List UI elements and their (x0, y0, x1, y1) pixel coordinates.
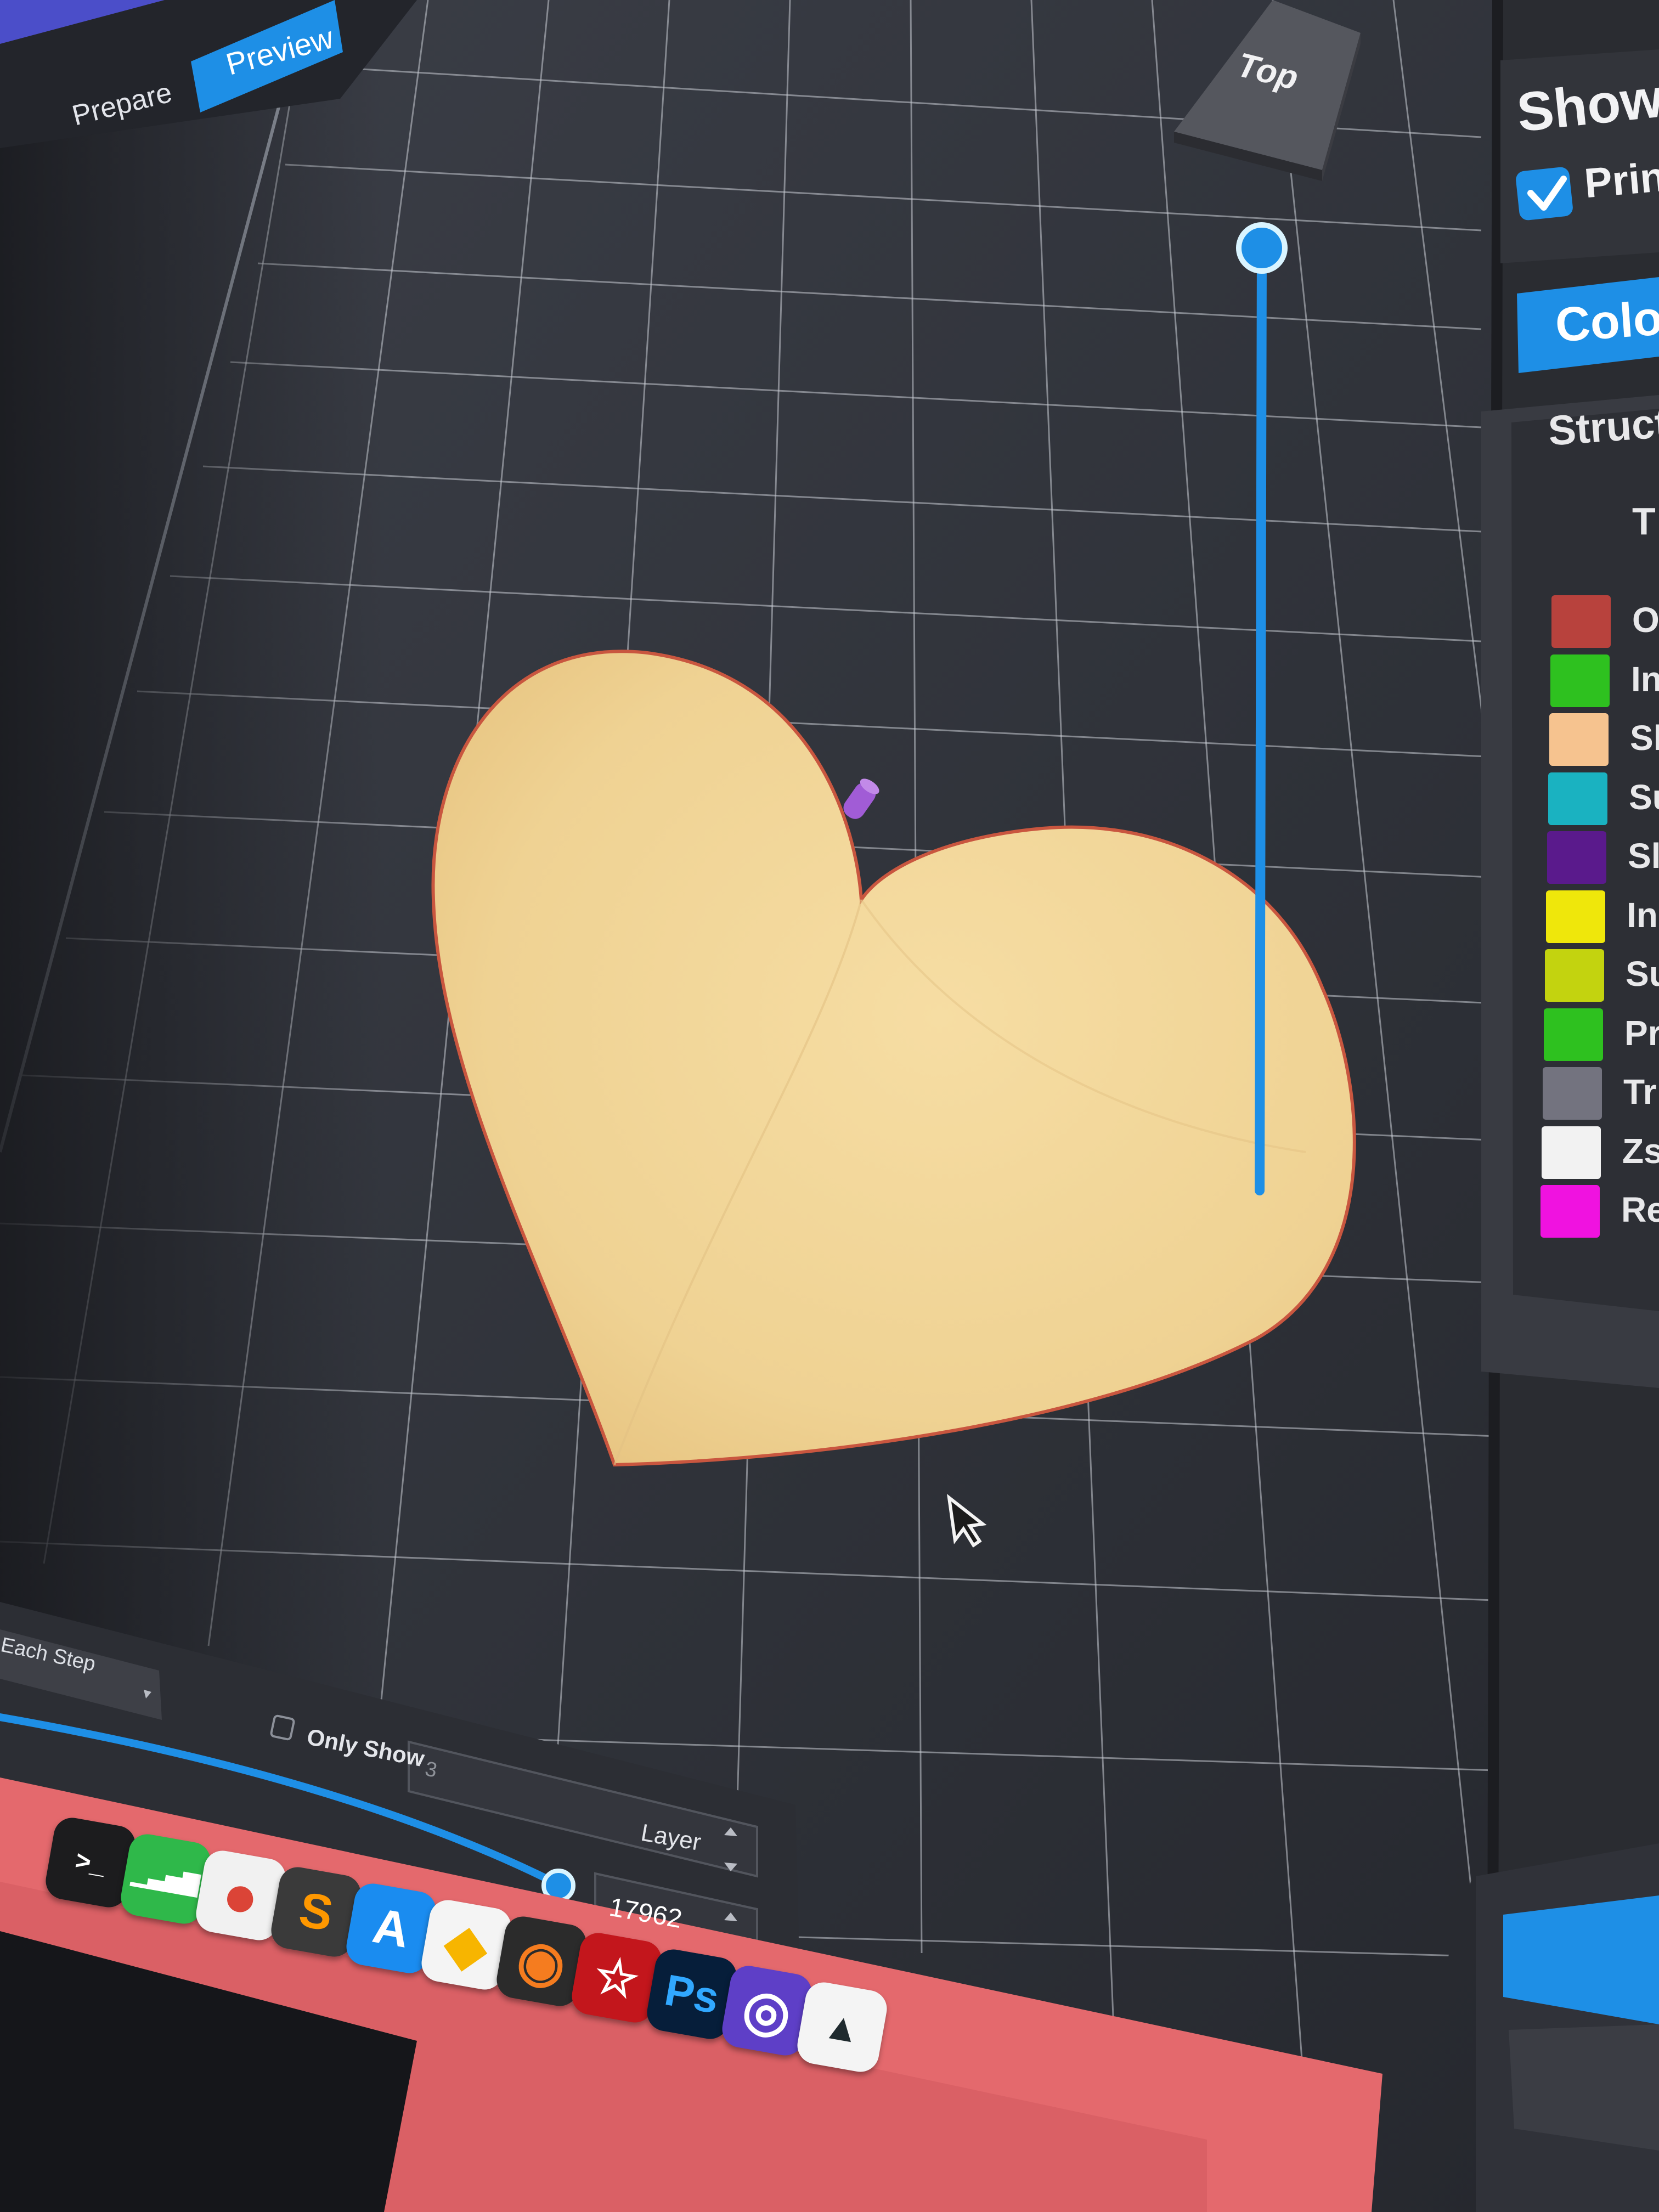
legend-swatch (1549, 713, 1609, 766)
print-checkbox[interactable] (1515, 166, 1574, 221)
legend-swatch (1548, 772, 1607, 825)
legend-label: Su (1629, 777, 1659, 817)
legend-swatch (1543, 1067, 1602, 1120)
legend-header: Struct (1547, 399, 1659, 455)
bottom-right-panel (1476, 1843, 1659, 2212)
bird-app-icon[interactable]: ▲ (794, 1979, 890, 2075)
legend-subheader: T (1632, 500, 1656, 543)
legend-label: O (1632, 600, 1659, 640)
legend-swatch (1545, 949, 1604, 1002)
legend-swatch (1541, 1185, 1600, 1238)
vertical-slider-handle[interactable] (1236, 222, 1288, 274)
legend-label: Zs (1622, 1131, 1659, 1171)
legend-swatch (1542, 1126, 1601, 1179)
legend-label: Re (1621, 1190, 1659, 1229)
legend-label: Su (1626, 954, 1659, 994)
legend-label: Sl (1628, 836, 1659, 876)
legend-label: In (1627, 895, 1658, 935)
legend-label: Sl (1630, 718, 1659, 758)
legend-swatch (1544, 1008, 1603, 1061)
print-checkbox-label: Prin (1582, 153, 1659, 207)
legend-label: Pr (1624, 1013, 1659, 1053)
dock-icon-glyph: ▲ (820, 2002, 865, 2052)
legend-swatch (1550, 654, 1610, 707)
color-scheme-button-label: Colo (1553, 290, 1659, 352)
legend-swatch (1551, 595, 1611, 648)
legend-label: In (1631, 659, 1659, 699)
legend-label: Tr (1623, 1072, 1657, 1111)
legend-swatch (1546, 890, 1605, 943)
legend-swatch (1547, 831, 1606, 884)
